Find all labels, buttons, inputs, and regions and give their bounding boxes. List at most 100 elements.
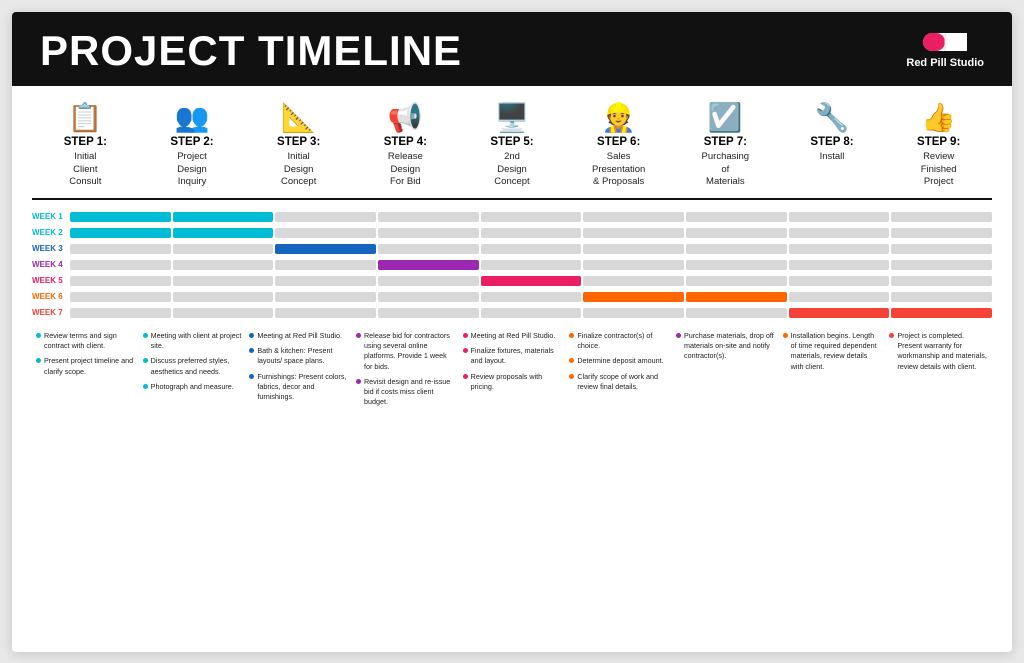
note-dot-7-1	[676, 333, 681, 338]
note-bullet-6-2: Determine deposit amount.	[569, 356, 668, 366]
step-col-5: 🖥️ STEP 5: 2ndDesignConcept	[459, 104, 566, 189]
bar-week3-step5	[481, 244, 582, 254]
step-icon-8: 🔧	[815, 104, 850, 132]
note-dot-3-1	[249, 333, 254, 338]
note-dot-1-2	[36, 358, 41, 363]
step-label-9: STEP 9:	[917, 136, 960, 150]
note-dot-6-3	[569, 374, 574, 379]
note-text-8-1: Installation begins. Length of time requ…	[791, 331, 882, 371]
gantt-bars-week-4	[70, 260, 992, 270]
step-desc-9: ReviewFinishedProject	[921, 151, 957, 188]
note-bullet-4-1: Release bid for contractors using severa…	[356, 331, 455, 371]
step-desc-3: InitialDesignConcept	[281, 151, 316, 188]
note-text-2-3: Photograph and measure.	[151, 382, 242, 392]
note-text-2-2: Discuss preferred styles, aesthetics and…	[151, 356, 242, 376]
bar-week7-step1	[70, 308, 171, 318]
bar-week3-step8	[789, 244, 890, 254]
note-dot-4-2	[356, 379, 361, 384]
bar-week1-step1	[70, 212, 171, 222]
bar-week5-step8	[789, 276, 890, 286]
gantt-row-week-6: WEEK 6	[32, 290, 992, 303]
step-icon-5: 🖥️	[495, 104, 530, 132]
gantt-row-week-1: WEEK 1	[32, 210, 992, 223]
week-label-4: WEEK 4	[32, 260, 70, 269]
gantt-row-week-3: WEEK 3	[32, 242, 992, 255]
gantt-row-week-7: WEEK 7	[32, 306, 992, 319]
step-col-4: 📢 STEP 4: ReleaseDesignFor Bid	[352, 104, 459, 189]
logo-icon	[923, 31, 967, 53]
note-bullet-2-2: Discuss preferred styles, aesthetics and…	[143, 356, 242, 376]
bar-week4-step8	[789, 260, 890, 270]
week-label-1: WEEK 1	[32, 212, 70, 221]
note-dot-9-1	[889, 333, 894, 338]
bar-week6-step1	[70, 292, 171, 302]
step-icon-7: ☑️	[708, 104, 743, 132]
bar-week5-step4	[378, 276, 479, 286]
bar-week5-step1	[70, 276, 171, 286]
note-dot-6-2	[569, 358, 574, 363]
bar-week6-step9	[891, 292, 992, 302]
bar-week3-step1	[70, 244, 171, 254]
note-dot-5-2	[463, 348, 468, 353]
bar-week4-step2	[173, 260, 274, 270]
bar-week2-step5	[481, 228, 582, 238]
week-label-6: WEEK 6	[32, 292, 70, 301]
note-dot-5-1	[463, 333, 468, 338]
bar-week3-step4	[378, 244, 479, 254]
logo-text: Red Pill Studio	[906, 57, 984, 70]
note-text-5-1: Meeting at Red Pill Studio.	[471, 331, 562, 341]
bar-week7-step9	[891, 308, 992, 318]
bar-week3-step9	[891, 244, 992, 254]
note-bullet-3-3: Furnishings: Present colors, fabrics, de…	[249, 372, 348, 402]
step-label-7: STEP 7:	[704, 136, 747, 150]
note-bullet-1-2: Present project timeline and clarify sco…	[36, 356, 135, 376]
note-text-7-1: Purchase materials, drop off materials o…	[684, 331, 775, 361]
step-col-7: ☑️ STEP 7: PurchasingofMaterials	[672, 104, 779, 189]
note-col-5: Meeting at Red Pill Studio.Finalize fixt…	[459, 331, 566, 412]
bar-week6-step2	[173, 292, 274, 302]
bar-week1-step8	[789, 212, 890, 222]
note-bullet-2-1: Meeting with client at project site.	[143, 331, 242, 351]
bar-week1-step9	[891, 212, 992, 222]
page-title: PROJECT TIMELINE	[40, 30, 462, 72]
divider	[32, 198, 992, 200]
note-text-6-3: Clarify scope of work and review final d…	[577, 372, 668, 392]
note-text-3-1: Meeting at Red Pill Studio.	[257, 331, 348, 341]
note-bullet-6-1: Finalize contractor(s) of choice.	[569, 331, 668, 351]
note-dot-6-1	[569, 333, 574, 338]
note-dot-2-1	[143, 333, 148, 338]
bar-week6-step8	[789, 292, 890, 302]
note-bullet-7-1: Purchase materials, drop off materials o…	[676, 331, 775, 361]
bar-week7-step7	[686, 308, 787, 318]
note-dot-2-2	[143, 358, 148, 363]
step-icon-2: 👥	[175, 104, 210, 132]
bar-week5-step7	[686, 276, 787, 286]
gantt-row-week-4: WEEK 4	[32, 258, 992, 271]
step-col-6: 👷 STEP 6: SalesPresentation& Proposals	[565, 104, 672, 189]
bar-week5-step5	[481, 276, 582, 286]
step-desc-2: ProjectDesignInquiry	[177, 151, 207, 188]
gantt-bars-week-2	[70, 228, 992, 238]
bar-week5-step2	[173, 276, 274, 286]
bar-week2-step7	[686, 228, 787, 238]
bar-week1-step2	[173, 212, 274, 222]
note-col-7: Purchase materials, drop off materials o…	[672, 331, 779, 412]
note-col-3: Meeting at Red Pill Studio.Bath & kitche…	[245, 331, 352, 412]
note-dot-3-3	[249, 374, 254, 379]
note-text-2-1: Meeting with client at project site.	[151, 331, 242, 351]
step-label-6: STEP 6:	[597, 136, 640, 150]
note-col-2: Meeting with client at project site. Disc…	[139, 331, 246, 412]
week-label-5: WEEK 5	[32, 276, 70, 285]
week-label-7: WEEK 7	[32, 308, 70, 317]
note-text-9-1: Project is completed. Present warranty f…	[897, 331, 988, 371]
bar-week6-step4	[378, 292, 479, 302]
step-col-2: 👥 STEP 2: ProjectDesignInquiry	[139, 104, 246, 189]
note-bullet-1-1: Review terms and sign contract with clie…	[36, 331, 135, 351]
gantt-bars-week-3	[70, 244, 992, 254]
bar-week4-step3	[275, 260, 376, 270]
bar-week2-step9	[891, 228, 992, 238]
note-bullet-6-3: Clarify scope of work and review final d…	[569, 372, 668, 392]
step-col-9: 👍 STEP 9: ReviewFinishedProject	[885, 104, 992, 189]
bar-week7-step5	[481, 308, 582, 318]
note-text-1-2: Present project timeline and clarify sco…	[44, 356, 135, 376]
